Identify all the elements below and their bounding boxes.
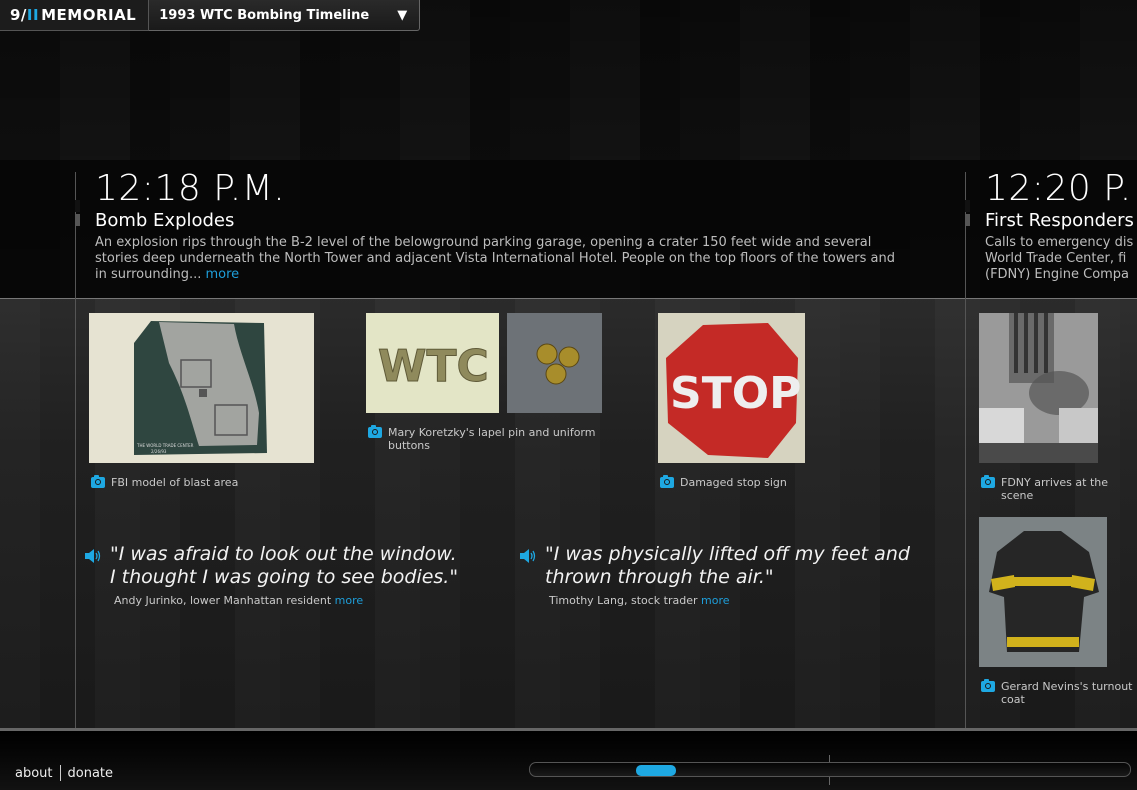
logo-text: MEMORIAL (41, 6, 137, 24)
media-caption-text: Mary Koretzky's lapel pin and uniform bu… (388, 426, 596, 452)
timeline-event: 12:20 P.M. First Responders Calls to eme… (985, 170, 1137, 283)
speaker-icon[interactable] (85, 549, 101, 563)
camera-icon (981, 475, 995, 488)
quote-attribution-text: Andy Jurinko, lower Manhattan resident (114, 594, 332, 607)
scrubber-midpoint-tick (829, 777, 830, 785)
timeline-event: 12:18 P.M. Bomb Explodes An explosion ri… (95, 170, 905, 283)
triangle-down-icon: ▼ (397, 7, 408, 23)
quote-text: "I was physically lifted off my feet and… (545, 543, 910, 588)
footer-links: about donate (15, 765, 113, 781)
media-caption: Damaged stop sign (660, 475, 860, 489)
turnout-coat-photo[interactable] (979, 517, 1107, 667)
camera-icon (368, 425, 382, 438)
fbi-model-photo[interactable]: THE WORLD TRADE CENTER 2/26/93 (89, 313, 314, 463)
camera-icon (981, 679, 995, 692)
turnout-coat-image (979, 517, 1107, 667)
event-time: 12:18 P.M. (95, 168, 286, 209)
event-title: Bomb Explodes (95, 210, 235, 231)
event-description: An explosion rips through the B-2 level … (95, 235, 905, 283)
fdny-arrives-image (979, 313, 1098, 463)
top-bar: 9/II MEMORIAL 1993 WTC Bombing Timeline ▼ (0, 0, 421, 31)
lapel-pin-image: WTC (366, 313, 499, 413)
media-caption-text: Gerard Nevins's turnout coat (1001, 680, 1133, 706)
quote-text: "I was afraid to look out the window. I … (110, 543, 459, 588)
timeline-marker (75, 200, 80, 212)
media-caption: Gerard Nevins's turnout coat (981, 679, 1137, 706)
quote-attribution: Andy Jurinko, lower Manhattan resident m… (114, 594, 465, 607)
timeline-marker (965, 200, 970, 212)
media-caption: FDNY arrives at the scene (981, 475, 1137, 502)
event-description-line: (FDNY) Engine Compa (985, 267, 1130, 282)
event-description-line: World Trade Center, fi (985, 251, 1127, 266)
media-caption-text: FBI model of blast area (111, 476, 239, 489)
footer-separator (59, 765, 61, 781)
quote-more-link[interactable]: more (335, 594, 364, 607)
donate-link[interactable]: donate (68, 766, 114, 781)
stop-sign-image: STOP (658, 313, 805, 463)
lapel-pin-photo[interactable]: WTC (366, 313, 499, 413)
event-description: Calls to emergency dis World Trade Cente… (985, 235, 1137, 283)
svg-text:2/26/93: 2/26/93 (151, 449, 167, 454)
quote-attribution: Timothy Lang, stock trader more (549, 594, 920, 607)
svg-text:WTC: WTC (378, 341, 489, 392)
speaker-icon[interactable] (520, 549, 536, 563)
event-description-line: Calls to emergency dis (985, 235, 1134, 250)
uniform-buttons-photo[interactable] (507, 313, 602, 413)
media-caption-text: FDNY arrives at the scene (1001, 476, 1108, 502)
media-caption: Mary Koretzky's lapel pin and uniform bu… (368, 425, 628, 452)
logo-accent: II (26, 6, 40, 24)
about-link[interactable]: about (15, 766, 53, 781)
camera-icon (91, 475, 105, 488)
event-time: 12:20 P.M. (985, 170, 1137, 209)
event-more-link[interactable]: more (206, 267, 240, 282)
timeline-select[interactable]: 1993 WTC Bombing Timeline ▼ (148, 0, 421, 31)
stop-sign-photo[interactable]: STOP (658, 313, 805, 463)
timeline-marker (965, 214, 970, 226)
uniform-buttons-image (507, 313, 602, 413)
timeline-scrubber[interactable] (529, 762, 1131, 777)
quote-more-link[interactable]: more (701, 594, 730, 607)
audio-quote[interactable]: "I was physically lifted off my feet and… (520, 543, 920, 607)
timeline-marker (75, 214, 80, 226)
media-caption: FBI model of blast area (91, 475, 321, 489)
media-caption-text: Damaged stop sign (680, 476, 787, 489)
audio-quote[interactable]: "I was afraid to look out the window. I … (85, 543, 465, 607)
svg-text:STOP: STOP (670, 368, 801, 419)
camera-icon (660, 475, 674, 488)
event-title: First Responders (985, 210, 1134, 231)
memorial-logo[interactable]: 9/II MEMORIAL (0, 0, 149, 31)
timeline-select-value: 1993 WTC Bombing Timeline (159, 7, 370, 23)
quote-attribution-text: Timothy Lang, stock trader (549, 594, 698, 607)
fbi-model-image: THE WORLD TRADE CENTER 2/26/93 (89, 313, 314, 463)
timeline-column-divider (75, 172, 76, 728)
logo-prefix: 9/ (10, 6, 27, 24)
timeline-column-divider (965, 172, 966, 728)
timeline-scrubber-thumb[interactable] (636, 765, 676, 776)
fdny-arrives-photo[interactable] (979, 313, 1098, 463)
svg-text:THE WORLD TRADE CENTER: THE WORLD TRADE CENTER (136, 443, 194, 448)
footer: about donate (0, 728, 1137, 790)
